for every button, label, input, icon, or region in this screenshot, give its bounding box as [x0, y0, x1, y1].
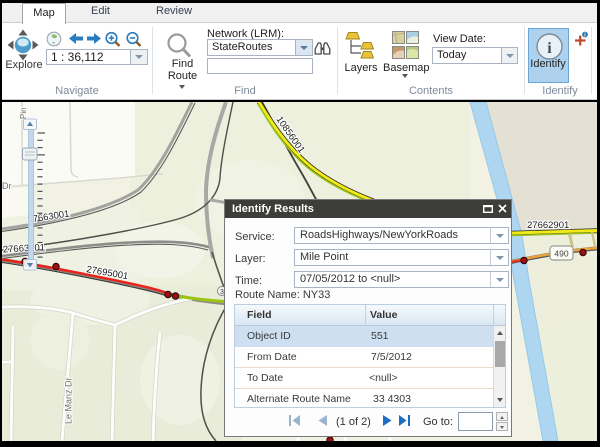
svg-text:i: i — [547, 40, 552, 57]
svg-text:Explore: Explore — [5, 59, 42, 71]
svg-text:Pin: Pin — [19, 107, 28, 119]
svg-text:Dr: Dr — [2, 181, 12, 191]
svg-text:490: 490 — [554, 249, 568, 259]
svg-text:27662901: 27662901 — [527, 220, 569, 231]
svg-text:27663101: 27663101 — [3, 242, 46, 255]
svg-text:Le Manz Dr: Le Manz Dr — [64, 377, 74, 424]
